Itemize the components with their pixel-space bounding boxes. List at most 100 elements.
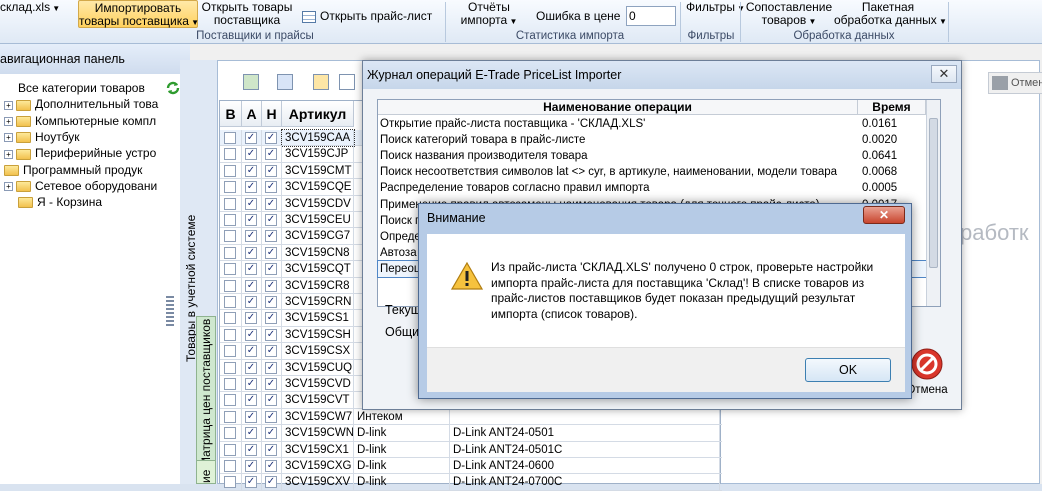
row-checkbox-v[interactable] (224, 427, 236, 440)
tree-item[interactable]: + Сетевое оборудовани (4, 178, 157, 194)
row-checkbox-v[interactable] (224, 132, 236, 144)
row-checkbox-a[interactable]: ✓ (245, 312, 257, 325)
row-checkbox-a[interactable]: ✓ (245, 460, 257, 472)
row-checkbox-a[interactable]: ✓ (245, 279, 257, 292)
row-checkbox-a[interactable]: ✓ (245, 230, 257, 243)
row-checkbox-n[interactable]: ✓ (265, 181, 277, 194)
row-checkbox-a[interactable]: ✓ (245, 476, 257, 489)
row-checkbox-v[interactable] (224, 378, 236, 390)
tree-item[interactable]: + Дополнительный това (4, 96, 158, 112)
row-checkbox-v[interactable] (224, 460, 236, 472)
expand-icon[interactable]: + (4, 133, 13, 143)
list-item[interactable]: Распределение товаров согласно правил им… (378, 180, 926, 196)
row-checkbox-n[interactable]: ✓ (265, 345, 277, 358)
expand-icon[interactable]: + (4, 100, 13, 110)
row-checkbox-v[interactable] (224, 214, 236, 226)
row-checkbox-n[interactable]: ✓ (265, 394, 277, 407)
list-item[interactable]: Поиск категорий товара в прайс-листе 0.00… (378, 132, 926, 148)
operations-scrollbar[interactable] (926, 100, 940, 306)
column-header-v[interactable]: В (220, 101, 242, 127)
import-reports-button[interactable]: Отчёты импорта ▼ (456, 1, 522, 28)
row-checkbox-a[interactable]: ✓ (245, 148, 257, 161)
column-header-a[interactable]: А (242, 101, 262, 127)
table-row[interactable]: ✓ ✓ 3CV159CWN D-link D-Link ANT24-0501 (220, 425, 722, 442)
row-checkbox-a[interactable]: ✓ (245, 132, 257, 144)
expand-icon[interactable]: + (4, 149, 13, 159)
row-checkbox-a[interactable]: ✓ (245, 345, 257, 358)
row-checkbox-a[interactable]: ✓ (245, 410, 257, 423)
row-checkbox-a[interactable]: ✓ (245, 361, 257, 374)
list-item[interactable]: Открытие прайс-листа поставщика - 'СКЛАД… (378, 116, 926, 132)
row-checkbox-n[interactable]: ✓ (265, 197, 277, 210)
row-checkbox-v[interactable] (224, 410, 236, 423)
row-checkbox-v[interactable] (224, 443, 236, 456)
row-checkbox-a[interactable]: ✓ (245, 378, 257, 390)
row-checkbox-v[interactable] (224, 361, 236, 374)
row-checkbox-n[interactable]: ✓ (265, 296, 277, 308)
row-checkbox-a[interactable]: ✓ (245, 394, 257, 407)
row-checkbox-n[interactable]: ✓ (265, 476, 277, 489)
row-checkbox-v[interactable] (224, 263, 236, 276)
filters-button[interactable]: Фильтры ▼ (686, 1, 745, 15)
match-goods-button[interactable]: Сопоставление товаров ▼ (744, 1, 834, 28)
import-supplier-goods-button[interactable]: Импортировать товары поставщика ▼ (78, 0, 199, 28)
row-checkbox-v[interactable] (224, 345, 236, 358)
table-row[interactable]: ✓ ✓ 3CV159CX1 D-link D-Link ANT24-0501C (220, 441, 722, 458)
row-checkbox-n[interactable]: ✓ (265, 164, 277, 177)
ok-button[interactable]: OK (805, 358, 891, 382)
close-button[interactable]: ✕ (863, 206, 905, 224)
tree-item[interactable]: + Периферийные устро (4, 145, 156, 161)
row-checkbox-n[interactable]: ✓ (265, 361, 277, 374)
row-checkbox-a[interactable]: ✓ (245, 181, 257, 194)
list-item[interactable]: Поиск несоответствия символов lat <> cyr… (378, 164, 926, 180)
tab-price-matrix[interactable]: Матрица цен поставщиков (196, 316, 216, 468)
row-checkbox-n[interactable]: ✓ (265, 328, 277, 341)
tree-item[interactable]: Я - Корзина (18, 194, 102, 210)
tab-bottom[interactable]: ие (196, 460, 216, 484)
row-checkbox-v[interactable] (224, 197, 236, 210)
row-checkbox-a[interactable]: ✓ (245, 263, 257, 276)
column-header-article[interactable]: Артикул (282, 101, 354, 127)
row-checkbox-a[interactable]: ✓ (245, 328, 257, 341)
table-row[interactable]: ✓ ✓ 3CV159CXG D-link D-Link ANT24-0600 (220, 458, 722, 475)
price-error-input[interactable]: 0 (626, 6, 676, 26)
open-pricelist-button[interactable]: Открыть прайс-лист (302, 10, 432, 23)
tree-item[interactable]: + Компьютерные компл (4, 113, 156, 129)
row-checkbox-v[interactable] (224, 476, 236, 489)
row-checkbox-a[interactable]: ✓ (245, 197, 257, 210)
row-checkbox-v[interactable] (224, 230, 236, 243)
row-checkbox-v[interactable] (224, 394, 236, 407)
row-checkbox-a[interactable]: ✓ (245, 427, 257, 440)
file-button[interactable]: склад.xls ▼ (0, 1, 60, 15)
table-row[interactable]: ✓ ✓ 3CV159CXV D-link D-Link ANT24-0700C (220, 474, 722, 491)
journal-close-button[interactable]: ✕ (931, 65, 957, 83)
row-checkbox-n[interactable]: ✓ (265, 230, 277, 243)
row-checkbox-v[interactable] (224, 164, 236, 177)
scrollbar-thumb[interactable] (929, 118, 938, 268)
row-checkbox-n[interactable]: ✓ (265, 132, 277, 144)
row-checkbox-a[interactable]: ✓ (245, 443, 257, 456)
row-checkbox-n[interactable]: ✓ (265, 460, 277, 472)
list-item[interactable]: Поиск названия производителя товара 0.064… (378, 148, 926, 164)
row-checkbox-n[interactable]: ✓ (265, 427, 277, 440)
row-checkbox-n[interactable]: ✓ (265, 443, 277, 456)
row-checkbox-v[interactable] (224, 328, 236, 341)
expand-icon[interactable]: + (4, 116, 13, 126)
folder-icon[interactable] (313, 74, 329, 90)
batch-processing-button[interactable]: Пакетная обработка данных ▼ (834, 1, 947, 28)
expand-icon[interactable]: + (4, 182, 13, 192)
export-icon[interactable] (243, 74, 259, 90)
row-checkbox-v[interactable] (224, 279, 236, 292)
table-row[interactable]: ✓ ✓ 3CV159CW7 Интеком (220, 408, 722, 426)
row-checkbox-a[interactable]: ✓ (245, 246, 257, 259)
open-supplier-goods-button[interactable]: Открыть товары поставщика (200, 1, 294, 27)
row-checkbox-n[interactable]: ✓ (265, 279, 277, 292)
row-checkbox-v[interactable] (224, 148, 236, 161)
column-header-n[interactable]: Н (262, 101, 282, 127)
row-checkbox-v[interactable] (224, 181, 236, 194)
row-checkbox-a[interactable]: ✓ (245, 164, 257, 177)
tree-item[interactable]: Все категории товаров (18, 80, 145, 96)
sort-icon[interactable] (277, 74, 293, 90)
row-checkbox-n[interactable]: ✓ (265, 312, 277, 325)
row-checkbox-v[interactable] (224, 296, 236, 308)
